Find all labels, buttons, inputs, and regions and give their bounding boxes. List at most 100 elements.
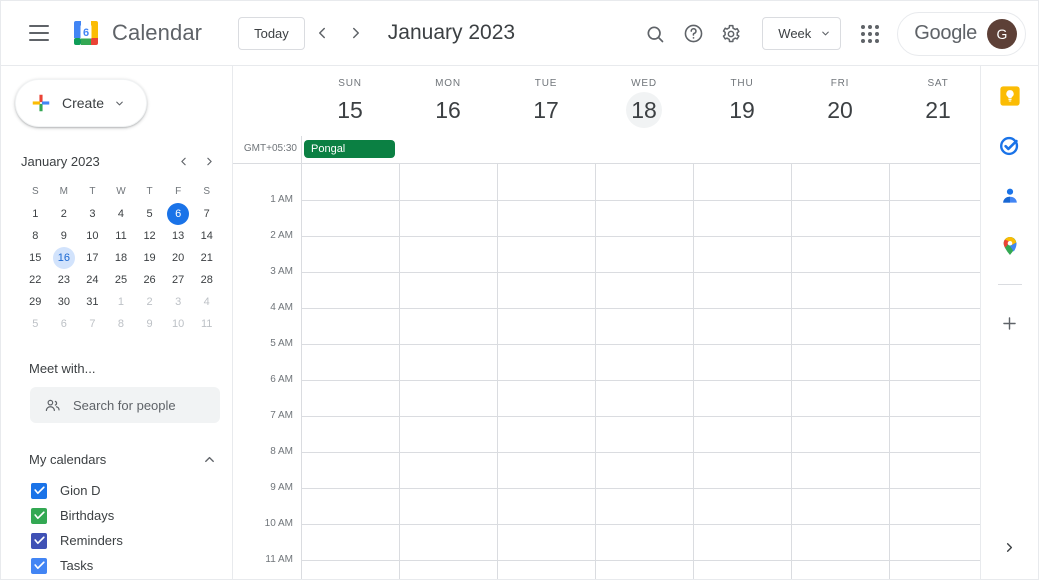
mini-calendar-day[interactable]: 28 [192, 269, 221, 291]
day-header-sun[interactable]: SUN15 [301, 66, 399, 128]
mini-calendar-day[interactable]: 21 [192, 247, 221, 269]
mini-calendar-day[interactable]: 2 [50, 203, 79, 225]
google-contacts-icon[interactable] [994, 180, 1026, 212]
day-number[interactable]: 15 [332, 92, 368, 128]
mini-calendar-day-label: 11 [196, 313, 218, 335]
search-for-people-input[interactable]: Search for people [30, 387, 220, 423]
mini-calendar-day[interactable]: 18 [107, 247, 136, 269]
mini-calendar-day[interactable]: 11 [107, 225, 136, 247]
day-number[interactable]: 19 [724, 92, 760, 128]
mini-calendar-day[interactable]: 29 [21, 291, 50, 313]
mini-calendar-day[interactable]: 9 [135, 313, 164, 335]
hour-gridline [301, 560, 980, 561]
mini-calendar-day[interactable]: 2 [135, 291, 164, 313]
mini-calendar-day[interactable]: 30 [50, 291, 79, 313]
google-keep-icon[interactable] [994, 80, 1026, 112]
mini-calendar-day-label: 13 [167, 225, 189, 247]
mini-calendar-day[interactable]: 19 [135, 247, 164, 269]
mini-calendar-day[interactable]: 15 [21, 247, 50, 269]
mini-calendar-day[interactable]: 4 [107, 203, 136, 225]
mini-calendar-day[interactable]: 16 [50, 247, 79, 269]
search-icon[interactable] [636, 15, 674, 53]
day-header-tue[interactable]: TUE17 [497, 66, 595, 128]
mini-calendar-day[interactable]: 31 [78, 291, 107, 313]
day-header-thu[interactable]: THU19 [693, 66, 791, 128]
calendar-list-item-tasks[interactable]: Tasks [1, 553, 232, 578]
calendar-list-item-reminders[interactable]: Reminders [1, 528, 232, 553]
day-number[interactable]: 21 [920, 92, 956, 128]
day-header-mon[interactable]: MON16 [399, 66, 497, 128]
plus-icon[interactable] [994, 307, 1026, 339]
hamburger-icon[interactable] [19, 13, 59, 53]
mini-calendar-day[interactable]: 3 [164, 291, 193, 313]
mini-calendar-day[interactable]: 23 [50, 269, 79, 291]
day-header-sat[interactable]: SAT21 [889, 66, 980, 128]
mini-calendar-day[interactable]: 13 [164, 225, 193, 247]
previous-period-button[interactable] [305, 16, 339, 50]
mini-calendar-day[interactable]: 7 [192, 203, 221, 225]
chevron-up-icon[interactable] [199, 449, 219, 469]
expand-panel-button[interactable] [998, 535, 1022, 559]
mini-calendar-day[interactable]: 8 [107, 313, 136, 335]
mini-calendar-day[interactable]: 10 [78, 225, 107, 247]
day-number[interactable]: 20 [822, 92, 858, 128]
mini-calendar-day[interactable]: 12 [135, 225, 164, 247]
apps-grid-icon[interactable] [851, 15, 889, 53]
today-button[interactable]: Today [238, 17, 305, 50]
mini-calendar-day[interactable]: 26 [135, 269, 164, 291]
account-chip[interactable]: Google G [897, 12, 1026, 56]
mini-calendar-day[interactable]: 9 [50, 225, 79, 247]
google-calendar-logo[interactable]: 6 [71, 18, 101, 48]
mini-calendar-day[interactable]: 1 [107, 291, 136, 313]
mini-calendar-day[interactable]: 27 [164, 269, 193, 291]
mini-calendar-day[interactable]: 25 [107, 269, 136, 291]
day-number[interactable]: 17 [528, 92, 564, 128]
mini-calendar-day[interactable]: 24 [78, 269, 107, 291]
day-header-wed[interactable]: WED18 [595, 66, 693, 128]
mini-calendar-day[interactable]: 3 [78, 203, 107, 225]
mini-calendar-day[interactable]: 4 [192, 291, 221, 313]
all-day-row[interactable]: GMT+05:30 Pongal [233, 136, 980, 164]
mini-calendar-day[interactable]: 6 [50, 313, 79, 335]
mini-calendar-day[interactable]: 1 [21, 203, 50, 225]
mini-calendar-day[interactable]: 6 [164, 203, 193, 225]
divider [301, 136, 302, 163]
mini-calendar-day[interactable]: 10 [164, 313, 193, 335]
mini-calendar-day[interactable]: 5 [21, 313, 50, 335]
calendar-list-item-gion-d[interactable]: Gion D [1, 478, 232, 503]
hour-gridline [301, 272, 980, 273]
calendar-event-pongal[interactable]: Pongal [304, 140, 395, 158]
day-number[interactable]: 16 [430, 92, 466, 128]
mini-calendar-dow-3: W [107, 179, 136, 203]
mini-calendar-prev-button[interactable] [171, 149, 195, 173]
mini-calendar-next-button[interactable] [197, 149, 221, 173]
google-maps-icon[interactable] [994, 230, 1026, 262]
calendar-checkbox[interactable] [31, 533, 47, 549]
avatar[interactable]: G [987, 19, 1017, 49]
day-number[interactable]: 18 [626, 92, 662, 128]
time-grid[interactable]: 1 AM2 AM3 AM4 AM5 AM6 AM7 AM8 AM9 AM10 A… [233, 164, 980, 580]
calendar-list-item-birthdays[interactable]: Birthdays [1, 503, 232, 528]
mini-calendar-day[interactable]: 17 [78, 247, 107, 269]
mini-calendar-day[interactable]: 5 [135, 203, 164, 225]
view-mode-select[interactable]: Week [762, 17, 841, 50]
calendar-checkbox[interactable] [31, 483, 47, 499]
mini-calendar-day[interactable]: 14 [192, 225, 221, 247]
calendar-checkbox[interactable] [31, 558, 47, 574]
help-icon[interactable] [674, 15, 712, 53]
mini-calendar-day[interactable]: 8 [21, 225, 50, 247]
mini-calendar-day-label: 9 [139, 313, 161, 335]
day-column-divider [301, 164, 302, 580]
day-header-fri[interactable]: FRI20 [791, 66, 889, 128]
view-mode-label: Week [778, 26, 811, 41]
gear-icon[interactable] [712, 15, 750, 53]
google-tasks-icon[interactable] [994, 130, 1026, 162]
mini-calendar-day[interactable]: 7 [78, 313, 107, 335]
calendar-checkbox[interactable] [31, 508, 47, 524]
create-button[interactable]: Create [15, 79, 147, 127]
my-calendars-header[interactable]: My calendars [29, 449, 219, 469]
mini-calendar-day[interactable]: 22 [21, 269, 50, 291]
mini-calendar-day[interactable]: 20 [164, 247, 193, 269]
mini-calendar-day[interactable]: 11 [192, 313, 221, 335]
next-period-button[interactable] [339, 16, 373, 50]
